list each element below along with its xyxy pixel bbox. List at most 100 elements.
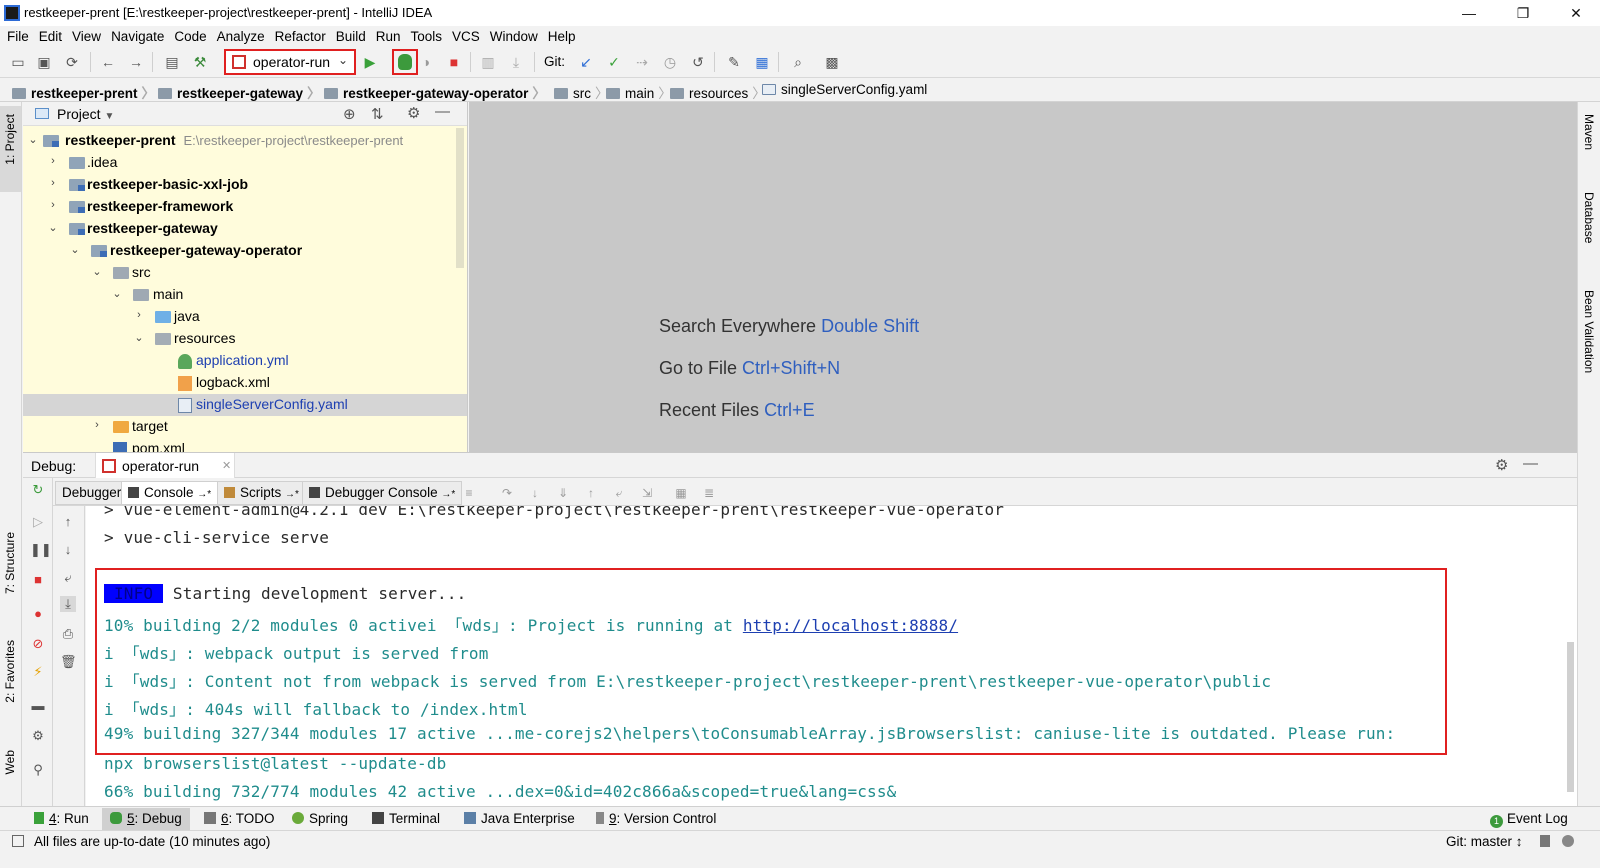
run-to-cursor-icon[interactable]: ⇲ bbox=[639, 486, 655, 500]
tree-item[interactable]: ⌄ restkeeper-gateway-operator bbox=[23, 240, 467, 262]
tree-item[interactable]: ⌄ restkeeper-prent E:\restkeeper-project\… bbox=[23, 130, 467, 152]
maven-tool-tab[interactable]: Maven bbox=[1582, 114, 1596, 150]
scroll-down-icon[interactable]: ↓ bbox=[60, 542, 76, 558]
project-tool-tab[interactable]: 1: Project bbox=[0, 106, 21, 192]
forward-icon[interactable]: → bbox=[126, 52, 146, 72]
menu-analyze[interactable]: Analyze bbox=[217, 29, 265, 44]
view-breakpoints-icon[interactable]: ● bbox=[30, 606, 46, 622]
lock-icon[interactable] bbox=[1540, 835, 1550, 847]
close-button[interactable]: ✕ bbox=[1553, 2, 1599, 24]
evaluate-icon[interactable]: ▦ bbox=[673, 486, 689, 500]
layout-icon[interactable]: ▬ bbox=[30, 698, 46, 714]
inspector-icon[interactable] bbox=[1562, 835, 1574, 847]
collapse-all-icon[interactable]: ⇅ bbox=[371, 105, 384, 123]
tool-tab-terminal[interactable]: Terminal bbox=[364, 808, 448, 830]
push-icon[interactable]: ⤓ bbox=[506, 52, 526, 72]
run-icon[interactable]: ▶ bbox=[360, 52, 380, 72]
build-module-icon[interactable]: ▤ bbox=[162, 52, 182, 72]
tree-item[interactable]: ⌄ main bbox=[23, 284, 467, 306]
menu-refactor[interactable]: Refactor bbox=[275, 29, 326, 44]
step-into-icon[interactable]: ↓ bbox=[527, 486, 543, 500]
search-icon[interactable]: ⌕ bbox=[788, 52, 808, 72]
soft-wrap-icon[interactable]: ⤶ bbox=[60, 570, 76, 586]
git-commit-icon[interactable]: ✓ bbox=[604, 52, 624, 72]
tree-item[interactable]: › restkeeper-basic-xxl-job bbox=[23, 174, 467, 196]
breadcrumb-item[interactable]: singleServerConfig.yaml bbox=[762, 82, 927, 97]
tab-scripts[interactable]: Scripts →* bbox=[217, 481, 306, 505]
git-branch-widget[interactable]: Git: master ↕ bbox=[1446, 834, 1523, 849]
locate-icon[interactable]: ⊕ bbox=[343, 105, 356, 123]
breadcrumb-item[interactable]: main 〉 bbox=[606, 82, 672, 102]
database-tool-tab[interactable]: Database bbox=[1582, 192, 1596, 243]
tree-item[interactable]: ⌄ src bbox=[23, 262, 467, 284]
tree-item[interactable]: ⌄ resources bbox=[23, 328, 467, 350]
debug-session-tab[interactable]: operator-run ✕ bbox=[95, 453, 235, 478]
project-scrollbar[interactable] bbox=[456, 128, 464, 268]
minimize-button[interactable]: — bbox=[1446, 2, 1492, 24]
menu-view[interactable]: View bbox=[72, 29, 101, 44]
tree-item[interactable]: application.yml bbox=[23, 350, 467, 372]
gear-icon[interactable]: ⚙ bbox=[407, 104, 420, 122]
menu-window[interactable]: Window bbox=[490, 29, 538, 44]
tab-debugger-console[interactable]: Debugger Console →* bbox=[302, 481, 463, 505]
restore-button[interactable]: ❐ bbox=[1500, 2, 1546, 24]
web-tool-tab[interactable]: Web bbox=[3, 750, 17, 774]
scroll-up-icon[interactable]: ↑ bbox=[60, 514, 76, 530]
structure-tool-tab[interactable]: 7: Structure bbox=[3, 532, 17, 594]
tool-tab-debug[interactable]: 5: Debug bbox=[102, 808, 190, 830]
tool-tab-todo[interactable]: 6: TODO bbox=[196, 808, 283, 830]
event-log-button[interactable]: 1 Event Log bbox=[1490, 811, 1568, 828]
settings-icon[interactable]: ⚙ bbox=[30, 728, 46, 744]
breadcrumb-item[interactable]: restkeeper-gateway-operator 〉 bbox=[324, 82, 546, 102]
close-icon[interactable]: ✕ bbox=[222, 459, 231, 472]
tab-console[interactable]: Console →* bbox=[121, 481, 219, 505]
hide-icon[interactable]: — bbox=[435, 103, 450, 120]
tree-item[interactable]: › target bbox=[23, 416, 467, 438]
tree-item-selected[interactable]: singleServerConfig.yaml bbox=[23, 394, 467, 416]
tree-item[interactable]: › restkeeper-framework bbox=[23, 196, 467, 218]
git-update-icon[interactable]: ↙ bbox=[576, 52, 596, 72]
drop-frame-icon[interactable]: ⤶ bbox=[611, 486, 627, 500]
tree-item[interactable]: ⌄ restkeeper-gateway bbox=[23, 218, 467, 240]
step-out-icon[interactable]: ↑ bbox=[583, 486, 599, 500]
print-icon[interactable]: ⎙ bbox=[60, 626, 76, 642]
update-project-icon[interactable]: ▥ bbox=[478, 52, 498, 72]
console-scrollbar[interactable] bbox=[1565, 514, 1575, 804]
tool-windows-toggle-icon[interactable] bbox=[12, 835, 24, 847]
menu-edit[interactable]: Edit bbox=[39, 29, 62, 44]
gear-icon[interactable]: ⚙ bbox=[1495, 456, 1508, 474]
tree-item[interactable]: logback.xml bbox=[23, 372, 467, 394]
breadcrumb-item[interactable]: resources 〉 bbox=[670, 82, 766, 102]
menu-help[interactable]: Help bbox=[548, 29, 576, 44]
favorites-tool-tab[interactable]: 2: Favorites bbox=[3, 640, 17, 703]
tab-debugger[interactable]: Debugger bbox=[55, 481, 129, 505]
menu-vcs[interactable]: VCS bbox=[452, 29, 480, 44]
tree-item[interactable]: pom.xml bbox=[23, 438, 467, 452]
trace-icon[interactable]: ≣ bbox=[701, 486, 717, 500]
tool-tab-run[interactable]: 4: Run bbox=[26, 808, 97, 830]
tool-tab-java-enterprise[interactable]: Java Enterprise bbox=[456, 808, 583, 830]
stop-icon[interactable]: ■ bbox=[444, 52, 464, 72]
project-structure-icon[interactable]: ▦ bbox=[752, 52, 772, 72]
git-compare-icon[interactable]: ⇢ bbox=[632, 52, 652, 72]
force-step-into-icon[interactable]: ⇓ bbox=[555, 486, 571, 500]
coverage-icon[interactable]: ◑ bbox=[416, 52, 436, 72]
project-view-select[interactable]: Project ▼ bbox=[57, 106, 114, 122]
debug-button[interactable] bbox=[392, 49, 418, 75]
scroll-to-end-icon[interactable]: ⤓ bbox=[60, 596, 76, 612]
tool-tab-spring[interactable]: Spring bbox=[284, 808, 356, 830]
presentation-icon[interactable]: ▩ bbox=[822, 52, 842, 72]
settings-wrench-icon[interactable]: ✎ bbox=[724, 52, 744, 72]
hide-icon[interactable]: — bbox=[1523, 455, 1538, 472]
step-over-icon[interactable]: ↷ bbox=[499, 486, 515, 500]
trash-icon[interactable]: 🗑 bbox=[60, 654, 77, 670]
rollback-icon[interactable]: ↺ bbox=[688, 52, 708, 72]
hammer-icon[interactable]: ⚒ bbox=[190, 52, 210, 72]
menu-code[interactable]: Code bbox=[174, 29, 206, 44]
resume-icon[interactable]: ▷ bbox=[30, 514, 46, 530]
breadcrumb-item[interactable]: restkeeper-prent 〉 bbox=[12, 82, 155, 102]
sync-icon[interactable]: ⟳ bbox=[62, 52, 82, 72]
back-icon[interactable]: ← bbox=[98, 52, 118, 72]
menu-tools[interactable]: Tools bbox=[411, 29, 443, 44]
menu-run[interactable]: Run bbox=[376, 29, 401, 44]
